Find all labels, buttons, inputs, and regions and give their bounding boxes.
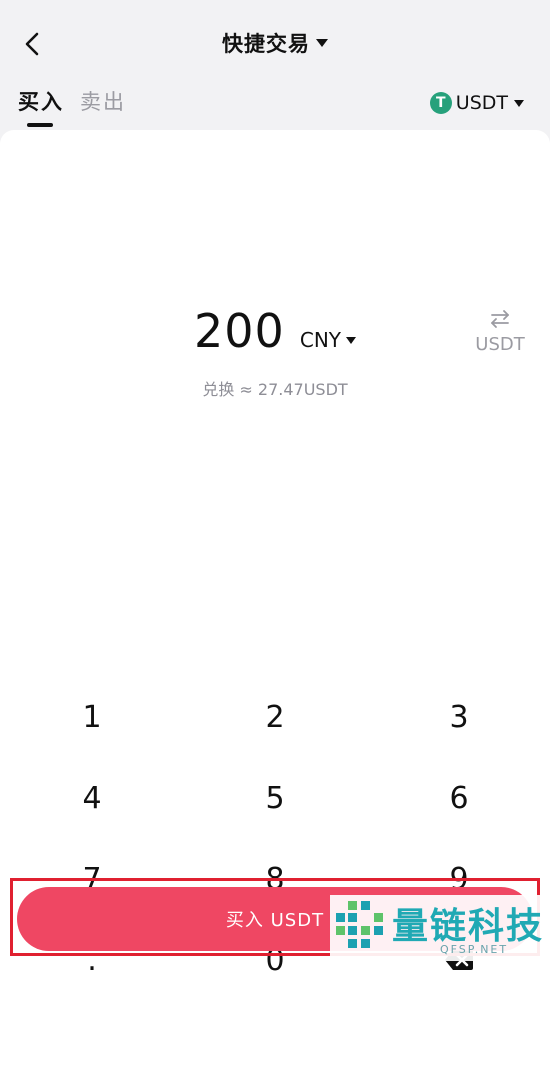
watermark-url: QFSP.NET <box>440 943 509 956</box>
caret-down-icon <box>514 99 524 107</box>
amount-display: 200 CNY <box>0 304 550 358</box>
watermark-logo <box>336 901 383 948</box>
coin-selector[interactable]: T USDT <box>429 90 524 116</box>
top-bar: 快捷交易 <box>0 0 550 88</box>
page-title: 快捷交易 <box>222 32 310 56</box>
tab-buy[interactable]: 买入 <box>18 86 64 116</box>
conversion-estimate: 兑换 ≈ 27.47USDT <box>202 380 348 399</box>
tether-icon: T <box>429 92 452 114</box>
key-4[interactable]: 4 <box>27 763 157 833</box>
key-6[interactable]: 6 <box>394 763 524 833</box>
tab-sell[interactable]: 卖出 <box>80 86 126 116</box>
amount-value: 200 <box>193 304 285 358</box>
caret-down-icon <box>346 337 357 344</box>
caret-down-icon <box>316 39 328 47</box>
currency-label: CNY <box>299 328 342 352</box>
key-5[interactable]: 5 <box>210 763 340 833</box>
watermark-name: 量链科技 <box>392 906 545 947</box>
active-tab-indicator <box>27 123 53 127</box>
trade-mode-selector[interactable]: 快捷交易 <box>0 28 550 58</box>
watermark: 量链科技 QFSP.NET <box>330 895 550 961</box>
swap-unit-label: USDT <box>475 334 525 355</box>
key-2[interactable]: 2 <box>210 682 340 752</box>
swap-arrows-icon <box>491 310 509 328</box>
key-1[interactable]: 1 <box>27 682 157 752</box>
swap-unit-button[interactable]: USDT <box>470 308 530 355</box>
coin-selector-label: USDT <box>455 92 508 114</box>
key-3[interactable]: 3 <box>394 682 524 752</box>
currency-selector[interactable]: CNY <box>299 328 357 352</box>
